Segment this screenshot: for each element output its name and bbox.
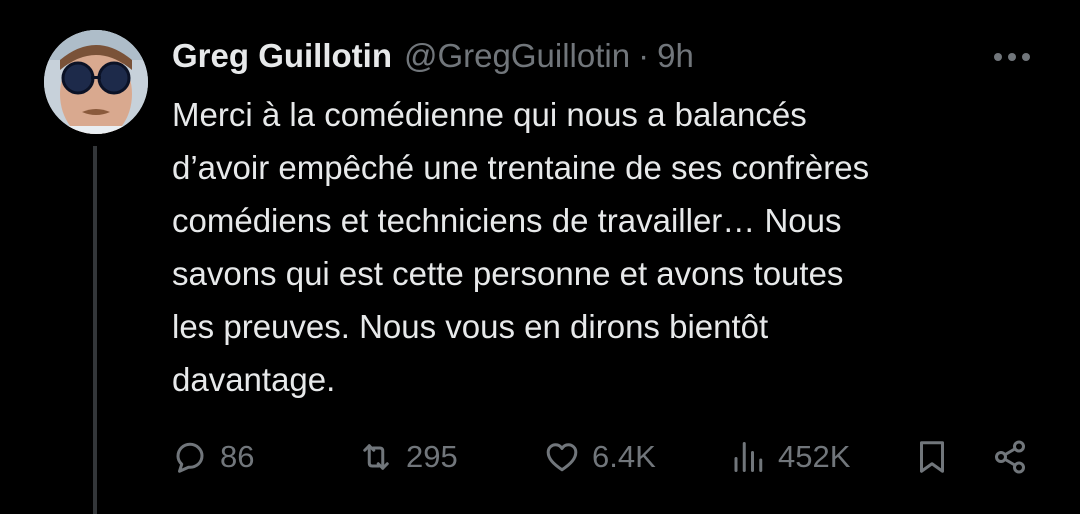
like-button[interactable]: 6.4K xyxy=(544,432,656,482)
separator-dot: · xyxy=(638,37,650,74)
reply-bubble-icon xyxy=(172,439,208,475)
bookmark-icon xyxy=(914,439,950,475)
post-text: Merci à la comédienne qui nous a balancé… xyxy=(172,96,870,398)
view-count: 452K xyxy=(778,439,851,474)
timestamp[interactable]: 9h xyxy=(657,36,694,76)
like-count: 6.4K xyxy=(592,439,656,474)
bar-chart-icon xyxy=(730,439,766,475)
repost-button[interactable]: 295 xyxy=(358,432,458,482)
reply-count: 86 xyxy=(220,439,255,474)
avatar[interactable] xyxy=(44,30,148,134)
repost-count: 295 xyxy=(406,439,458,474)
post-header: Greg Guillotin @GregGuillotin · 9h xyxy=(172,36,694,76)
share-icon xyxy=(992,439,1028,475)
views-button[interactable]: 452K xyxy=(730,432,850,482)
author-handle[interactable]: @GregGuillotin xyxy=(404,36,630,76)
thread-line xyxy=(93,146,97,514)
bookmark-button[interactable] xyxy=(914,432,950,482)
share-button[interactable] xyxy=(992,432,1028,482)
reply-button[interactable]: 86 xyxy=(172,432,254,482)
more-horizontal-icon xyxy=(994,53,1030,61)
repost-icon xyxy=(358,439,394,475)
more-options-button[interactable] xyxy=(990,40,1034,74)
action-bar: 86 295 6.4K 452K xyxy=(172,432,1042,482)
heart-icon xyxy=(544,439,580,475)
author-name[interactable]: Greg Guillotin xyxy=(172,36,392,76)
avatar-image xyxy=(44,30,148,134)
